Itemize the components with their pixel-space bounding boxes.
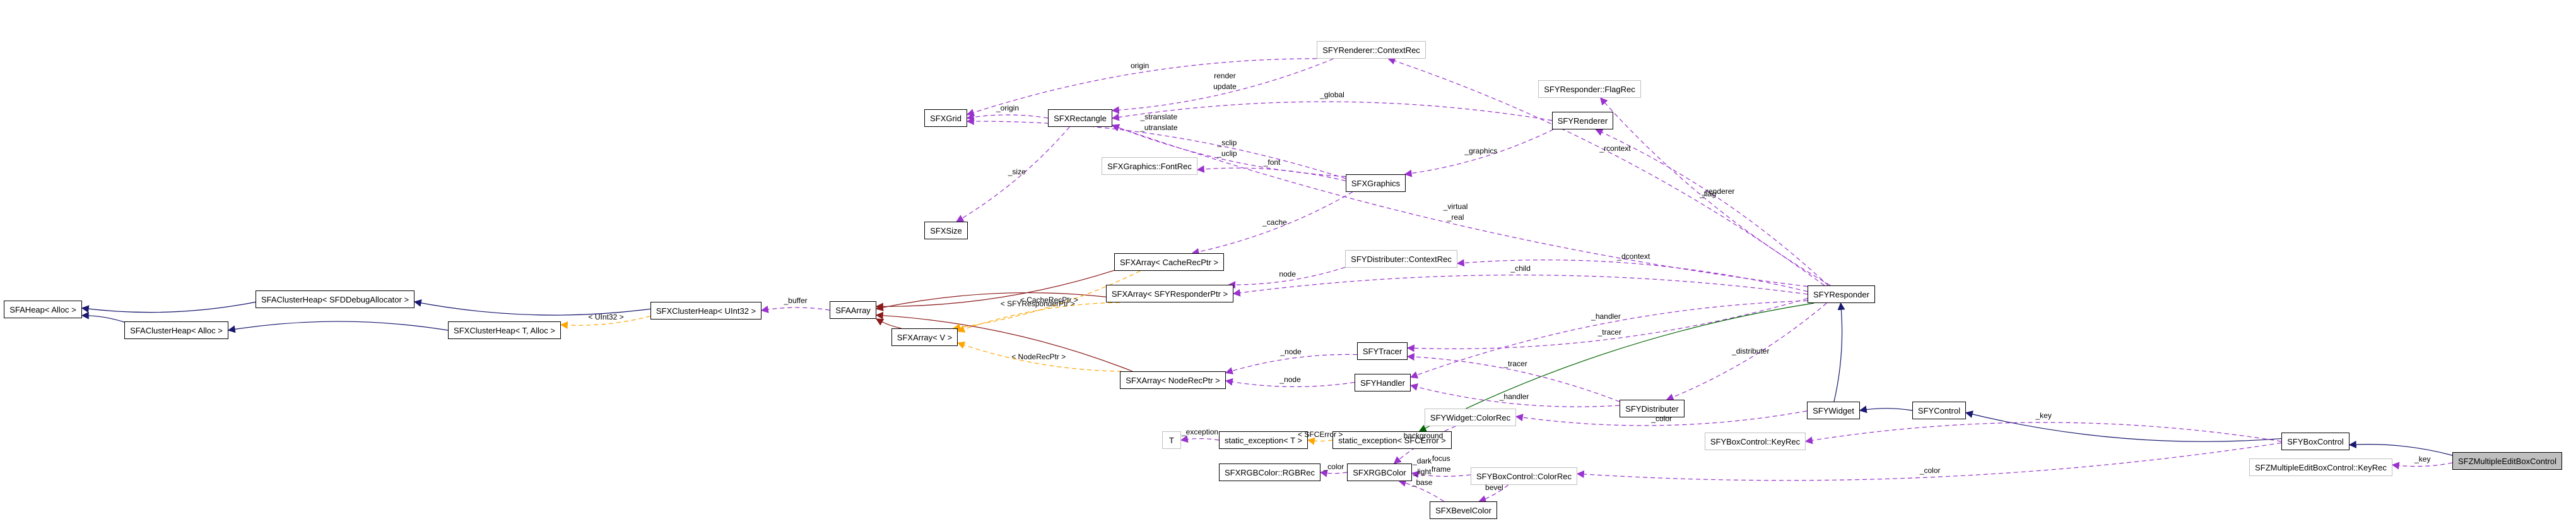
edge-label: _buffer — [784, 296, 808, 306]
class-node-sfxgraphicsfont[interactable]: SFXGraphics::FontRec — [1102, 157, 1197, 175]
edge-sfaclusterheapdbg-to-sfaheap — [81, 301, 256, 313]
edge-label: _color — [1919, 465, 1941, 475]
class-node-sfyrenderer[interactable]: SFYRenderer — [1552, 112, 1613, 129]
edge-label: _stranslate _utranslate — [1140, 112, 1178, 133]
class-node-sfyresponderflag[interactable]: SFYResponder::FlagRec — [1538, 80, 1641, 98]
edge-label: _virtual _real — [1443, 202, 1468, 222]
edge-label: _color — [1323, 462, 1344, 471]
class-node-sfxrectangle[interactable]: SFXRectangle — [1048, 109, 1112, 127]
edge-label: background — [1403, 431, 1444, 440]
edge-sfxarrayv-to-sfaarray — [875, 318, 902, 329]
edge-label: _node — [1279, 375, 1301, 385]
class-node-sfzmultipleeditboxcontrol[interactable]: SFZMultipleEditBoxControl — [2452, 452, 2562, 470]
class-node-sfyrendererctx[interactable]: SFYRenderer::ContextRec — [1317, 41, 1426, 59]
edge-label: _color — [1651, 414, 1673, 423]
edge-label: _size — [1008, 167, 1026, 177]
class-node-sfxclusterheapt[interactable]: SFXClusterHeap< T, Alloc > — [448, 321, 561, 339]
class-node-boxkeyrec[interactable]: SFYBoxControl::KeyRec — [1705, 433, 1806, 450]
class-node-sfyresponder[interactable]: SFYResponder — [1808, 285, 1875, 303]
edge-label: _global — [1320, 90, 1344, 100]
class-node-sfaarray[interactable]: SFAArray — [830, 301, 876, 319]
class-node-sfxbevelcolor[interactable]: SFXBevelColor — [1430, 501, 1497, 519]
edge-label: _sclip _uclip — [1217, 138, 1237, 158]
edge-label: _distributer — [1732, 346, 1770, 356]
edge-sfyboxcontrol-to-sfycontrol — [1965, 410, 2282, 442]
class-node-t[interactable]: T — [1162, 431, 1181, 449]
edge-label: _key — [2035, 411, 2052, 420]
class-node-sfaclusterheapdbg[interactable]: SFAClusterHeap< SFDDebugAllocator > — [256, 290, 415, 308]
edge-sfxrectangle-to-sfxgrid — [966, 113, 1049, 121]
edge-label: _child — [1510, 263, 1531, 273]
edge-sfaclusterheapalloc-to-sfaheap — [81, 311, 125, 323]
edge-sfyrenderer-to-sfxrectangle — [1111, 101, 1553, 121]
class-node-sfydistctx[interactable]: SFYDistributer::ContextRec — [1345, 250, 1457, 268]
class-node-sfaheap[interactable]: SFAHeap< Alloc > — [4, 301, 82, 318]
edge-sfxrgbcolor-to-rgbrec — [1319, 469, 1348, 477]
edge-label: _key — [2414, 455, 2431, 464]
edge-label: _dcontext — [1617, 252, 1650, 261]
edge-sfaarray-to-sfxclusterheapu32 — [760, 305, 830, 313]
edge-label: _handler — [1591, 311, 1621, 321]
edge-sfxarraycache-to-sfaarray — [875, 270, 1115, 311]
edge-sfycontrol-to-sfywidget — [1859, 405, 1913, 414]
edge-label: _dark _light _base — [1411, 457, 1433, 487]
edge-label: _tracer — [1597, 328, 1621, 337]
class-node-sfytracer[interactable]: SFYTracer — [1357, 342, 1408, 360]
edge-label: _renderer — [1702, 186, 1735, 196]
edge-sfyresponder-to-sfxarrayresp — [1232, 274, 1808, 297]
edge-label: focus frame — [1431, 454, 1451, 474]
edge-label: bevel — [1485, 482, 1503, 492]
edge-label: < NodeRecPtr > — [1011, 352, 1066, 361]
class-node-sfxsize[interactable]: SFXSize — [924, 222, 968, 239]
edge-sfywidget-to-sfyresponder — [1833, 302, 1845, 402]
edge-staticexcerr-to-staticexct — [1307, 437, 1333, 445]
class-node-rgbrec[interactable]: SFXRGBColor::RGBRec — [1219, 463, 1320, 481]
edge-label: node — [1279, 269, 1297, 278]
class-node-sfywidget[interactable]: SFYWidget — [1807, 402, 1860, 419]
class-node-sfycontrol[interactable]: SFYControl — [1912, 402, 1966, 419]
edge-label: _node — [1280, 347, 1302, 356]
edge-label: _handler — [1499, 392, 1529, 402]
edge-sfytracer-to-sfxarraynode — [1225, 354, 1358, 374]
class-node-sfxarraynode[interactable]: SFXArray< NodeRecPtr > — [1120, 371, 1226, 389]
edge-sfyresponder-to-sfytracer — [1406, 298, 1808, 352]
edge-label: _font — [1263, 158, 1281, 167]
edge-label: origin — [1130, 61, 1150, 71]
class-node-sfxarrayresp[interactable]: SFXArray< SFYResponderPtr > — [1106, 285, 1233, 302]
edge-staticexct-to-t — [1180, 435, 1220, 443]
class-node-sfxgrid[interactable]: SFXGrid — [924, 109, 967, 127]
edge-sfyresponder-to-sfydistctx — [1456, 259, 1808, 292]
edge-label: _exception — [1182, 427, 1219, 436]
class-node-sfxgraphics[interactable]: SFXGraphics — [1346, 174, 1406, 192]
edge-label: < SFCError > — [1298, 429, 1343, 439]
edge-sfxclusterheapt-to-sfaclusterheapalloc — [227, 321, 449, 333]
class-node-sfyhandler[interactable]: SFYHandler — [1355, 374, 1411, 392]
class-node-sfxrgbcolor[interactable]: SFXRGBColor — [1347, 463, 1412, 481]
edge-label: _graphics — [1464, 146, 1498, 155]
edge-label: _origin — [996, 103, 1020, 112]
edge-sfxgraphics-to-sfxgraphicsfont — [1196, 165, 1346, 182]
class-node-widgetcolorrec[interactable]: SFYWidget::ColorRec — [1425, 409, 1516, 426]
class-node-multikeyrec[interactable]: SFZMultipleEditBoxControl::KeyRec — [2249, 458, 2392, 476]
class-node-sfxarrayv[interactable]: SFXArray< V > — [891, 328, 958, 346]
edge-sfyboxcontrol-to-boxkeyrec — [1804, 422, 2282, 445]
edge-label: _tracer — [1503, 359, 1527, 368]
class-node-sfyboxcontrol[interactable]: SFYBoxControl — [2281, 433, 2350, 450]
edge-label: < SFYResponderPtr > — [1000, 299, 1075, 308]
class-node-sfaclusterheapalloc[interactable]: SFAClusterHeap< Alloc > — [124, 321, 228, 339]
edge-label: _cache — [1262, 217, 1287, 227]
edge-label: _rcontext — [1599, 143, 1631, 153]
edge-label: < UInt32 > — [588, 313, 624, 322]
edge-label: render update — [1213, 71, 1237, 92]
class-node-sfxarraycache[interactable]: SFXArray< CacheRecPtr > — [1114, 253, 1224, 271]
class-node-staticexct[interactable]: static_exception< T > — [1219, 431, 1308, 449]
edge-sfzmultipleeditboxcontrol-to-sfyboxcontrol — [2348, 440, 2453, 456]
class-node-sfxclusterheapu32[interactable]: SFXClusterHeap< UInt32 > — [650, 302, 762, 320]
